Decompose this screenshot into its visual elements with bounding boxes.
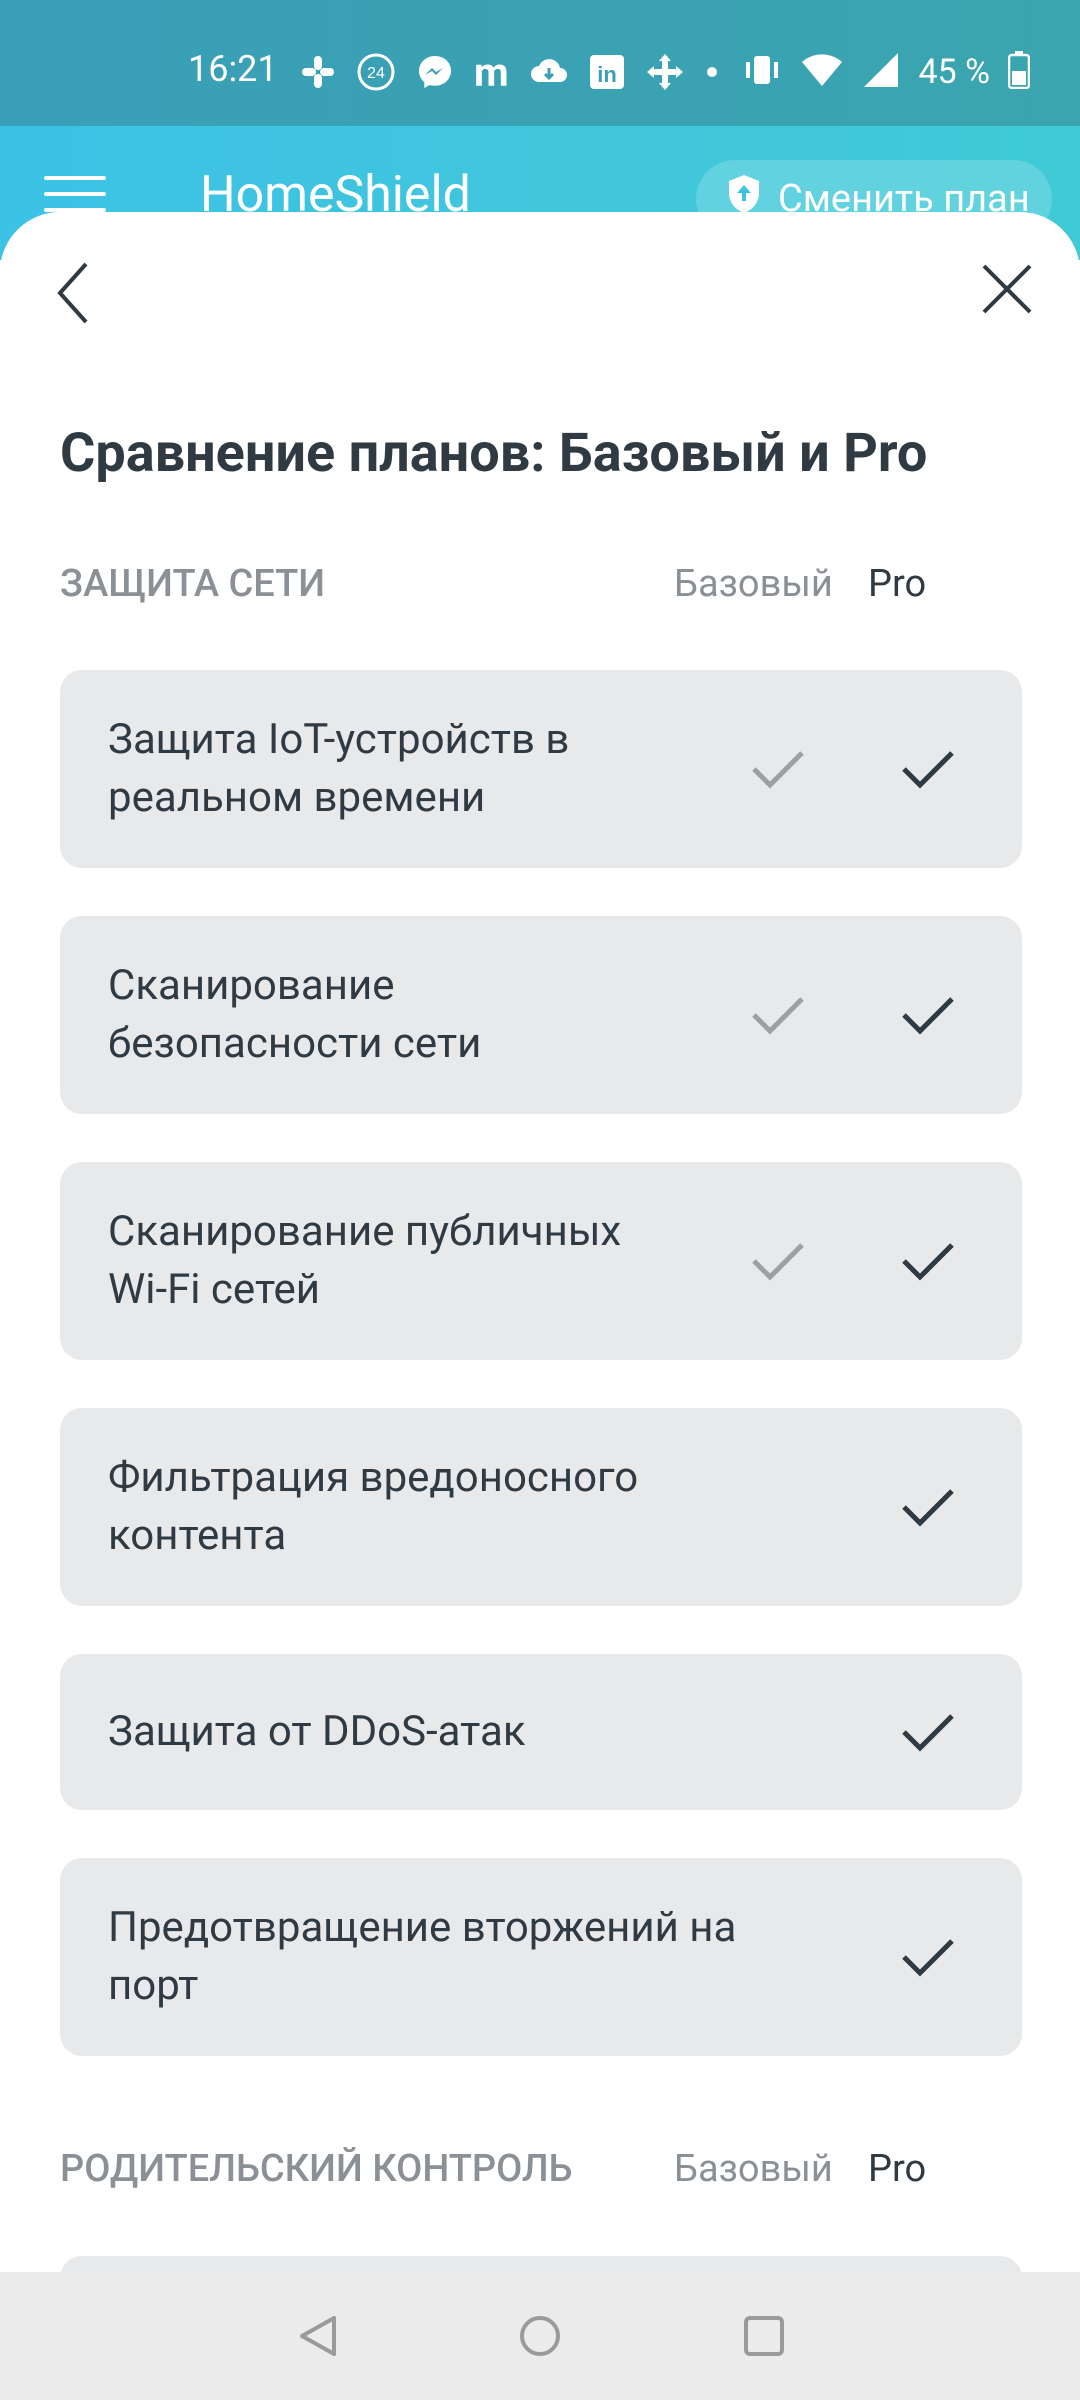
- nav-home-button[interactable]: [518, 2314, 562, 2358]
- check-icon-pro: [902, 1714, 954, 1752]
- check-icon-basic: [752, 997, 804, 1035]
- status-time: 16:21: [188, 48, 278, 90]
- feature-label: Предотвращение вторжений на порт: [108, 1903, 737, 2010]
- badge-24-icon: 24: [356, 52, 396, 92]
- column-pro-label: Pro: [868, 2147, 927, 2191]
- feature-label: Защита от DDoS-атак: [108, 1707, 526, 1756]
- feature-label: Фильтрация вредоносного контента: [108, 1453, 639, 1560]
- plan-comparison-sheet: Сравнение планов: Базовый и Pro ЗАЩИТА С…: [0, 212, 1080, 2316]
- system-status-icons: 45 %: [742, 50, 1031, 94]
- dot-icon: [705, 65, 719, 79]
- linkedin-text: in: [597, 62, 617, 87]
- nav-recents-button[interactable]: [742, 2314, 786, 2358]
- check-icon-basic: [752, 751, 804, 789]
- signal-icon: [862, 51, 900, 93]
- badge-24-text: 24: [367, 65, 385, 82]
- check-icon-pro: [902, 1489, 954, 1527]
- feature-label: Защита IoT-устройств в реальном времени: [108, 715, 570, 822]
- feature-row: Предотвращение вторжений на порт: [60, 1858, 1022, 2056]
- check-icon-pro: [902, 997, 954, 1035]
- nav-back-button[interactable]: [296, 2314, 340, 2358]
- back-button[interactable]: [50, 258, 100, 328]
- cloud-icon: [529, 56, 569, 88]
- feature-row: Сканирование публичных Wi-Fi сетей: [60, 1162, 1022, 1360]
- feature-row: Фильтрация вредоносного контента: [60, 1408, 1022, 1606]
- page-title: Сравнение планов: Базовый и Pro: [60, 422, 928, 485]
- chevron-left-icon: [57, 262, 88, 324]
- feature-row: Защита от DDoS-атак: [60, 1654, 1022, 1810]
- slack-icon: [300, 54, 336, 90]
- notification-icons: 24 m in: [300, 48, 719, 96]
- status-bar: 16:21 24 m in 45 %: [0, 0, 1080, 126]
- system-nav-bar: [0, 2272, 1080, 2400]
- circle-home-icon: [520, 2316, 560, 2356]
- feature-row: Сканирование безопасности сети: [60, 916, 1022, 1114]
- section-header-network: ЗАЩИТА СЕТИ Базовый Pro: [60, 562, 1020, 622]
- section-title: ЗАЩИТА СЕТИ: [60, 562, 326, 606]
- check-icon-pro: [902, 1243, 954, 1281]
- triangle-back-icon: [300, 2316, 336, 2356]
- wifi-icon: [800, 52, 844, 92]
- vibrate-icon: [742, 50, 782, 94]
- m-icon: m: [474, 48, 509, 96]
- check-icon-basic: [752, 1243, 804, 1281]
- move-icon: [645, 52, 685, 92]
- messenger-icon: [416, 53, 454, 91]
- linkedin-icon: in: [589, 54, 625, 90]
- feature-label: Сканирование публичных Wi-Fi сетей: [108, 1207, 622, 1314]
- close-button[interactable]: [980, 262, 1034, 316]
- column-basic-label: Базовый: [674, 2147, 833, 2191]
- feature-row: Защита IoT-устройств в реальном времени: [60, 670, 1022, 868]
- close-icon: [982, 264, 1032, 314]
- check-icon-pro: [902, 1939, 954, 1977]
- check-icon-pro: [902, 751, 954, 789]
- square-recents-icon: [744, 2316, 784, 2356]
- battery-percent: 45 %: [918, 52, 990, 92]
- section-title: РОДИТЕЛЬСКИЙ КОНТРОЛЬ: [60, 2147, 573, 2191]
- column-pro-label: Pro: [868, 562, 927, 606]
- menu-icon[interactable]: [44, 176, 106, 216]
- feature-label: Сканирование безопасности сети: [108, 961, 482, 1068]
- battery-icon: [1007, 51, 1031, 93]
- column-basic-label: Базовый: [674, 562, 833, 606]
- section-header-parental: РОДИТЕЛЬСКИЙ КОНТРОЛЬ Базовый Pro: [60, 2147, 1020, 2207]
